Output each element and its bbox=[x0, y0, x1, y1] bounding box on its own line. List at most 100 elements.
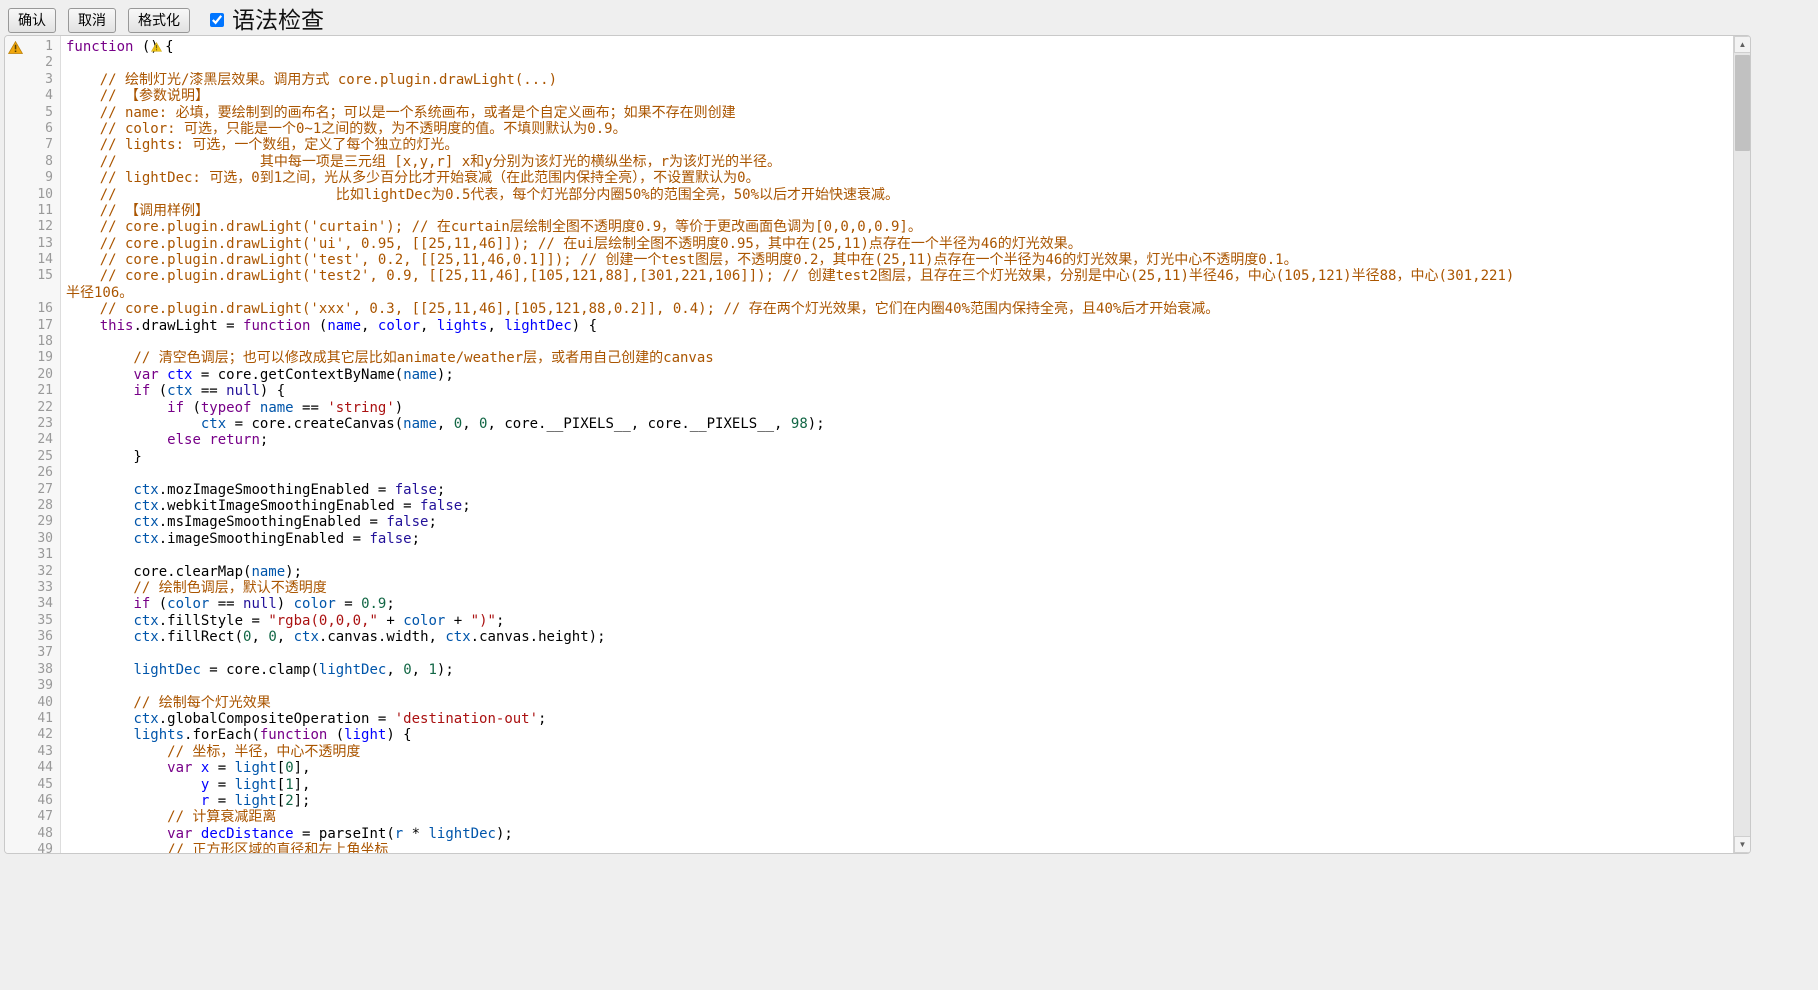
code-line-text: ctx.imageSmoothingEnabled = false; bbox=[57, 531, 1733, 547]
code-line: 21 if (ctx == null) { bbox=[5, 383, 1733, 399]
code-line-text: if (ctx == null) { bbox=[57, 383, 1733, 399]
lint-marker-slot bbox=[5, 105, 25, 121]
code-line: 31 bbox=[5, 547, 1733, 563]
line-number: 37 bbox=[25, 645, 57, 661]
code-line: 34 if (color == null) color = 0.9; bbox=[5, 596, 1733, 612]
code-line-text: // 正方形区域的直径和左上角坐标 bbox=[57, 842, 1733, 853]
code-line-text: lightDec = core.clamp(lightDec, 0, 1); bbox=[57, 662, 1733, 678]
syntax-check-toggle[interactable]: 语法检查 bbox=[210, 6, 324, 34]
code-line: 42 lights.forEach(function (light) { bbox=[5, 727, 1733, 743]
code-line: 40 // 绘制每个灯光效果 bbox=[5, 695, 1733, 711]
code-line: 1function () { bbox=[5, 39, 1733, 55]
inline-warning-icon bbox=[151, 40, 163, 55]
line-number: 7 bbox=[25, 137, 57, 153]
cancel-button[interactable]: 取消 bbox=[68, 8, 116, 33]
lint-marker-slot bbox=[5, 580, 25, 596]
code-line-text: // 【调用样例】 bbox=[57, 203, 1733, 219]
code-line-text: // core.plugin.drawLight('xxx', 0.3, [[2… bbox=[57, 301, 1733, 317]
code-line: 48 var decDistance = parseInt(r * lightD… bbox=[5, 826, 1733, 842]
lint-marker-slot bbox=[5, 793, 25, 809]
syntax-check-label: 语法检查 bbox=[232, 6, 324, 34]
syntax-check-checkbox[interactable] bbox=[210, 13, 224, 27]
format-button[interactable]: 格式化 bbox=[128, 8, 190, 33]
code-line: 23 ctx = core.createCanvas(name, 0, 0, c… bbox=[5, 416, 1733, 432]
code-line-text: r = light[2]; bbox=[57, 793, 1733, 809]
lint-marker-slot bbox=[5, 613, 25, 629]
line-number: 28 bbox=[25, 498, 57, 514]
line-number: 21 bbox=[25, 383, 57, 399]
line-number: 20 bbox=[25, 367, 57, 383]
code-line: 20 var ctx = core.getContextByName(name)… bbox=[5, 367, 1733, 383]
line-number: 5 bbox=[25, 105, 57, 121]
lint-marker-slot bbox=[5, 88, 25, 104]
line-number: 41 bbox=[25, 711, 57, 727]
lint-marker-slot bbox=[5, 187, 25, 203]
scroll-down-button[interactable]: ▼ bbox=[1734, 836, 1751, 853]
code-area[interactable]: 1function () {23 // 绘制灯光/漆黑层效果。调用方式 core… bbox=[5, 36, 1733, 853]
code-line: 32 core.clearMap(name); bbox=[5, 564, 1733, 580]
lint-marker-slot bbox=[5, 318, 25, 334]
code-line-text: // 计算衰减距离 bbox=[57, 809, 1733, 825]
lint-marker-slot bbox=[5, 514, 25, 530]
code-line: 47 // 计算衰减距离 bbox=[5, 809, 1733, 825]
lint-marker-slot bbox=[5, 465, 25, 481]
lint-marker-slot bbox=[5, 252, 25, 268]
line-number: 26 bbox=[25, 465, 57, 481]
scroll-up-button[interactable]: ▲ bbox=[1734, 36, 1751, 53]
lint-marker-slot bbox=[5, 137, 25, 153]
line-number: 2 bbox=[25, 55, 57, 71]
code-line: 29 ctx.msImageSmoothingEnabled = false; bbox=[5, 514, 1733, 530]
line-number: 17 bbox=[25, 318, 57, 334]
code-line-text: var x = light[0], bbox=[57, 760, 1733, 776]
lint-marker-slot bbox=[5, 350, 25, 366]
lint-marker-slot bbox=[5, 727, 25, 743]
lint-marker-slot bbox=[5, 482, 25, 498]
code-line-text: ctx = core.createCanvas(name, 0, 0, core… bbox=[57, 416, 1733, 432]
lint-marker-slot bbox=[5, 695, 25, 711]
code-line-text: // color: 可选，只能是一个0~1之间的数，为不透明度的值。不填则默认为… bbox=[57, 121, 1733, 137]
line-number: 33 bbox=[25, 580, 57, 596]
code-line: 30 ctx.imageSmoothingEnabled = false; bbox=[5, 531, 1733, 547]
code-line-text: var decDistance = parseInt(r * lightDec)… bbox=[57, 826, 1733, 842]
lint-marker-slot bbox=[5, 498, 25, 514]
code-line-text: // name: 必填，要绘制到的画布名；可以是一个系统画布，或者是个自定义画布… bbox=[57, 105, 1733, 121]
code-line: 19 // 清空色调层；也可以修改成其它层比如animate/weather层，… bbox=[5, 350, 1733, 366]
code-line: 15 // core.plugin.drawLight('test2', 0.9… bbox=[5, 268, 1733, 284]
line-number bbox=[25, 285, 57, 301]
lint-marker-slot bbox=[5, 596, 25, 612]
lint-marker-slot bbox=[5, 777, 25, 793]
code-line: 22 if (typeof name == 'string') bbox=[5, 400, 1733, 416]
lint-marker-slot bbox=[5, 170, 25, 186]
line-number: 4 bbox=[25, 88, 57, 104]
lint-marker-slot bbox=[5, 400, 25, 416]
code-line: 9 // lightDec: 可选，0到1之间，光从多少百分比才开始衰减（在此范… bbox=[5, 170, 1733, 186]
code-line: 12 // core.plugin.drawLight('curtain'); … bbox=[5, 219, 1733, 235]
line-number: 27 bbox=[25, 482, 57, 498]
code-line: 7 // lights: 可选，一个数组，定义了每个独立的灯光。 bbox=[5, 137, 1733, 153]
lint-marker-slot bbox=[5, 826, 25, 842]
code-line-text: // 比如lightDec为0.5代表，每个灯光部分内圈50%的范围全亮，50%… bbox=[57, 187, 1733, 203]
lint-marker-slot bbox=[5, 121, 25, 137]
confirm-button[interactable]: 确认 bbox=[8, 8, 56, 33]
line-number: 24 bbox=[25, 432, 57, 448]
code-line: 28 ctx.webkitImageSmoothingEnabled = fal… bbox=[5, 498, 1733, 514]
code-line-text: this.drawLight = function (name, color, … bbox=[57, 318, 1733, 334]
code-line-text bbox=[57, 334, 1733, 350]
code-line-text: // lightDec: 可选，0到1之间，光从多少百分比才开始衰减（在此范围内… bbox=[57, 170, 1733, 186]
code-line-text: ctx.webkitImageSmoothingEnabled = false; bbox=[57, 498, 1733, 514]
line-number: 30 bbox=[25, 531, 57, 547]
line-number: 32 bbox=[25, 564, 57, 580]
vertical-scrollbar[interactable]: ▲ ▼ bbox=[1733, 36, 1750, 853]
scrollbar-thumb[interactable] bbox=[1735, 55, 1750, 151]
code-line: 46 r = light[2]; bbox=[5, 793, 1733, 809]
lint-marker-slot bbox=[5, 662, 25, 678]
code-editor[interactable]: 1function () {23 // 绘制灯光/漆黑层效果。调用方式 core… bbox=[4, 35, 1751, 854]
line-number: 47 bbox=[25, 809, 57, 825]
code-line: 10 // 比如lightDec为0.5代表，每个灯光部分内圈50%的范围全亮，… bbox=[5, 187, 1733, 203]
code-line: 13 // core.plugin.drawLight('ui', 0.95, … bbox=[5, 236, 1733, 252]
line-number: 29 bbox=[25, 514, 57, 530]
line-number: 15 bbox=[25, 268, 57, 284]
lint-marker-slot bbox=[5, 383, 25, 399]
code-line-text: ctx.fillRect(0, 0, ctx.canvas.width, ctx… bbox=[57, 629, 1733, 645]
code-line: 11 // 【调用样例】 bbox=[5, 203, 1733, 219]
